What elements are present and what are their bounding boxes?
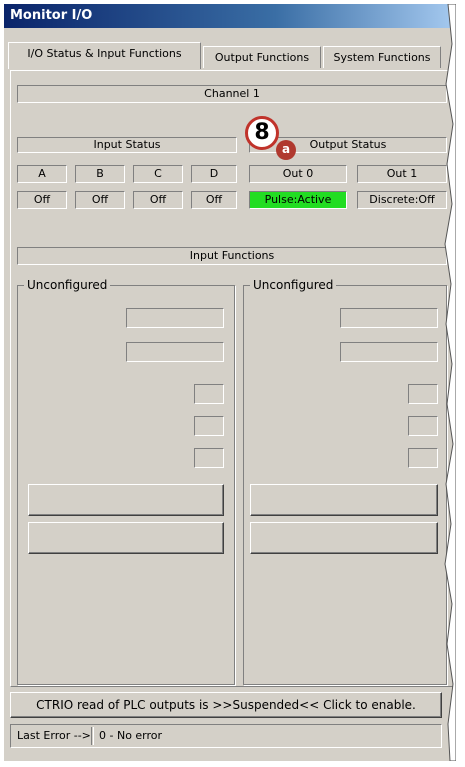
left-field-2 (126, 342, 224, 362)
tab-system-functions[interactable]: System Functions (323, 46, 441, 68)
callout-number-badge: 8 (245, 116, 279, 150)
window-title: Monitor I/O (4, 4, 456, 28)
error-status-bar: Last Error --> 0 - No error (10, 724, 442, 748)
tab-io-status-input-functions[interactable]: I/O Status & Input Functions (8, 42, 201, 69)
callout-letter-badge: a (276, 140, 296, 160)
input-status-header: Input Status (17, 137, 237, 153)
tab-panel: Channel 1 Input Status Output Status A B… (10, 70, 454, 687)
left-small-field-1 (194, 384, 224, 404)
last-error-value: 0 - No error (99, 729, 163, 742)
right-function-button-2[interactable] (250, 522, 438, 554)
output-1-name: Out 1 (357, 165, 447, 183)
last-error-label: Last Error --> (17, 729, 91, 742)
output-1-state: Discrete:Off (357, 191, 447, 209)
right-function-button-1[interactable] (250, 484, 438, 516)
output-0-state: Pulse:Active (249, 191, 347, 209)
input-d-name: D (191, 165, 237, 183)
function-group-left-label: Unconfigured (24, 278, 111, 292)
right-field-1 (340, 308, 438, 328)
input-functions-header: Input Functions (17, 247, 447, 265)
input-c-state: Off (133, 191, 183, 209)
function-group-right-label: Unconfigured (250, 278, 337, 292)
left-small-field-2 (194, 416, 224, 436)
right-small-field-3 (408, 448, 438, 468)
input-b-state: Off (75, 191, 125, 209)
torn-edge-decoration (444, 4, 456, 761)
left-small-field-3 (194, 448, 224, 468)
left-field-1 (126, 308, 224, 328)
right-small-field-2 (408, 416, 438, 436)
input-a-name: A (17, 165, 67, 183)
right-small-field-1 (408, 384, 438, 404)
input-d-state: Off (191, 191, 237, 209)
input-a-state: Off (17, 191, 67, 209)
left-function-button-2[interactable] (28, 522, 224, 554)
function-group-left: Unconfigured (17, 278, 235, 685)
status-divider (91, 727, 94, 745)
monitor-io-window: Monitor I/O I/O Status & Input Functions… (4, 4, 456, 761)
channel-label: Channel 1 (17, 85, 447, 103)
right-field-2 (340, 342, 438, 362)
enable-outputs-button[interactable]: CTRIO read of PLC outputs is >>Suspended… (10, 692, 442, 718)
input-b-name: B (75, 165, 125, 183)
function-group-right: Unconfigured (243, 278, 447, 685)
left-function-button-1[interactable] (28, 484, 224, 516)
input-c-name: C (133, 165, 183, 183)
output-0-name: Out 0 (249, 165, 347, 183)
tab-output-functions[interactable]: Output Functions (203, 46, 321, 68)
